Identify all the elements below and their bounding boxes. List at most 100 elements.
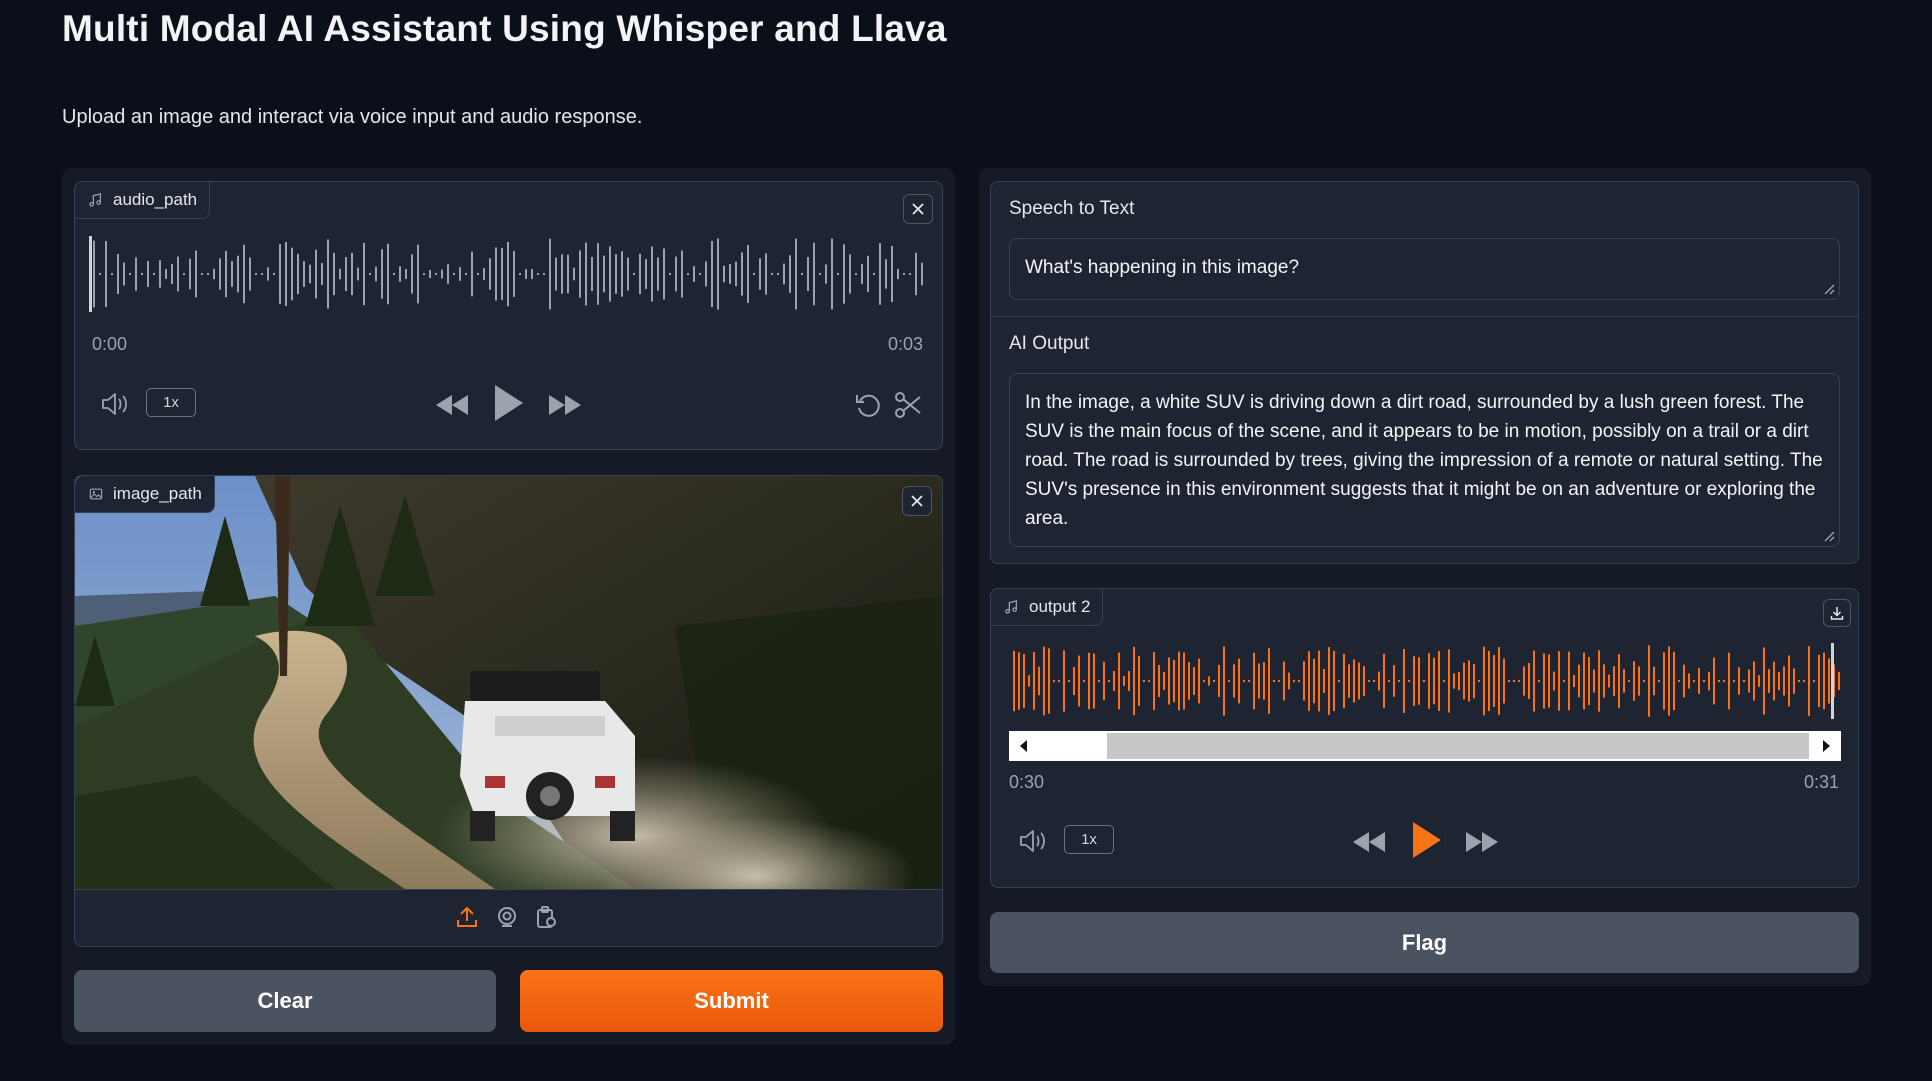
waveform-bar (177, 256, 179, 292)
waveform-bar (549, 238, 551, 310)
waveform-bar (1028, 675, 1030, 687)
flag-button[interactable]: Flag (990, 912, 1859, 973)
audio-output-scrollbar[interactable] (1009, 731, 1841, 761)
waveform-bar (231, 261, 233, 287)
waveform-bar (1033, 652, 1035, 710)
audio-input-play-button[interactable] (491, 382, 527, 424)
speech-to-text-field[interactable]: What's happening in this image? (1009, 238, 1840, 300)
waveform-bar (1708, 671, 1710, 691)
waveform-bar (1788, 655, 1790, 707)
audio-output-forward-button[interactable] (1464, 827, 1500, 857)
waveform-bar (681, 250, 683, 298)
waveform-bar (1103, 661, 1105, 701)
waveform-bar (1773, 661, 1775, 701)
upload-icon (457, 906, 477, 927)
waveform-bar (555, 257, 557, 291)
text-outputs-divider (991, 316, 1858, 317)
waveform-bar (129, 273, 131, 275)
waveform-bar (537, 273, 539, 275)
waveform-bar (285, 241, 287, 307)
resize-handle-icon[interactable] (1823, 283, 1835, 295)
page-description: Upload an image and interact via voice i… (62, 106, 643, 128)
audio-output-volume-button[interactable] (1017, 826, 1049, 856)
waveform-bar (1373, 680, 1375, 682)
waveform-bar (1243, 680, 1245, 682)
waveform-bar (603, 255, 605, 293)
waveform-bar (1098, 680, 1100, 682)
waveform-bar (255, 273, 257, 275)
audio-input-rate-button[interactable]: 1x (146, 388, 196, 417)
waveform-bar (1468, 660, 1470, 702)
audio-output-rewind-button[interactable] (1351, 827, 1387, 857)
waveform-bar (903, 273, 905, 275)
waveform-bar (1403, 649, 1405, 713)
waveform-bar (339, 268, 341, 280)
audio-input-trim-button[interactable] (893, 390, 923, 420)
upload-button[interactable] (454, 904, 480, 930)
waveform-bar (723, 265, 725, 283)
image-input-close-button[interactable] (902, 486, 932, 516)
waveform-bar (1703, 680, 1705, 682)
waveform-bar (1823, 652, 1825, 710)
audio-input-rewind-button[interactable] (434, 390, 470, 420)
waveform-bar (573, 267, 575, 281)
scroll-right-icon[interactable] (1821, 740, 1831, 752)
waveform-bar (489, 258, 491, 290)
waveform-bar (1718, 680, 1720, 682)
scroll-left-icon[interactable] (1019, 740, 1029, 752)
audio-input-volume-button[interactable] (99, 389, 131, 419)
waveform-bar (1253, 652, 1255, 710)
ai-output-field[interactable]: In the image, a white SUV is driving dow… (1009, 373, 1840, 547)
waveform-bar (1363, 666, 1365, 696)
audio-output-play-button[interactable] (1409, 819, 1445, 861)
waveform-bar (921, 262, 923, 286)
play-icon (495, 385, 523, 421)
waveform-bar (579, 250, 581, 298)
audio-output-rate-button[interactable]: 1x (1064, 825, 1114, 854)
image-input-label: image_path (113, 484, 202, 503)
waveform-bar (471, 251, 473, 297)
webcam-button[interactable] (494, 904, 520, 930)
waveform-bar (1043, 646, 1045, 716)
waveform-bar (1488, 650, 1490, 712)
waveform-bar (1293, 680, 1295, 682)
waveform-bar (1358, 662, 1360, 700)
clipboard-button[interactable] (533, 904, 559, 930)
uploaded-image[interactable] (75, 476, 943, 889)
waveform-bar (423, 273, 425, 275)
audio-input-label: audio_path (113, 190, 198, 209)
waveform-bar (849, 254, 851, 294)
waveform-bar (1013, 650, 1015, 712)
waveform-bar (1113, 671, 1115, 691)
waveform-bar (1538, 680, 1540, 682)
speech-to-text-label: Speech to Text (1009, 198, 1135, 219)
waveform-bar (1803, 680, 1805, 682)
resize-handle-icon[interactable] (1823, 530, 1835, 542)
clear-button[interactable]: Clear (74, 970, 496, 1032)
waveform-bar (909, 273, 911, 275)
waveform-bar (1383, 653, 1385, 709)
audio-output-waveform[interactable] (1009, 641, 1843, 721)
fast-forward-icon (549, 395, 581, 415)
waveform-bar (1573, 674, 1575, 688)
waveform-bar (1778, 671, 1780, 691)
waveform-bar (1343, 653, 1345, 709)
waveform-bar (267, 267, 269, 281)
waveform-bar (1398, 680, 1400, 682)
waveform-bar (1203, 680, 1205, 682)
waveform-bar (729, 264, 731, 284)
waveform-bar (627, 257, 629, 291)
waveform-bar (765, 253, 767, 295)
waveform-bar (1408, 680, 1410, 682)
submit-button[interactable]: Submit (520, 970, 943, 1032)
waveform-bar (1423, 680, 1425, 682)
audio-input-forward-button[interactable] (547, 390, 583, 420)
waveform-bar (1108, 680, 1110, 682)
audio-input-undo-button[interactable] (853, 390, 883, 420)
audio-input-waveform[interactable] (89, 234, 929, 314)
download-button[interactable] (1823, 599, 1851, 627)
audio-input-close-button[interactable] (903, 194, 933, 224)
waveform-bar (1478, 680, 1480, 682)
waveform-bar (1068, 680, 1070, 682)
waveform-bar (771, 273, 773, 275)
